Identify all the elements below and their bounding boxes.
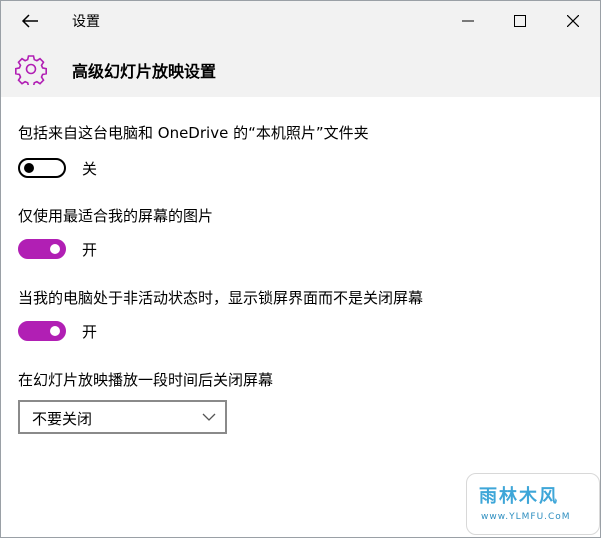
turn-off-screen-dropdown[interactable]: 不要关闭 xyxy=(18,400,227,434)
setting-label-include-onedrive: 包括来自这台电脑和 OneDrive 的“本机照片”文件夹 xyxy=(18,124,369,142)
title-bar: 设置 xyxy=(1,1,600,41)
watermark-logo: 雨林木风 www.YLMFU.CoM xyxy=(466,473,600,535)
toggle-include-onedrive[interactable] xyxy=(18,158,66,178)
minimize-button[interactable] xyxy=(442,1,494,41)
toggle-knob xyxy=(50,326,60,336)
toggle-state-lock-screen: 开 xyxy=(82,323,98,341)
setting-label-lock-screen: 当我的电脑处于非活动状态时，显示锁屏界面而不是关闭屏幕 xyxy=(18,289,424,307)
chevron-down-icon xyxy=(202,413,216,421)
watermark-url: www.YLMFU.CoM xyxy=(481,512,571,522)
back-button[interactable] xyxy=(15,7,45,35)
toggle-lock-screen[interactable] xyxy=(18,321,66,341)
close-button[interactable] xyxy=(547,1,599,41)
settings-window: 设置 高级幻灯片放映设置 包括来自这台电脑和 OneDrive 的“本机照片”文… xyxy=(0,0,601,538)
toggle-fit-screen[interactable] xyxy=(18,239,66,259)
back-icon xyxy=(21,14,38,28)
setting-label-turn-off-screen: 在幻灯片放映播放一段时间后关闭屏幕 xyxy=(18,371,274,389)
maximize-icon xyxy=(514,15,526,27)
toggle-knob xyxy=(24,163,34,173)
window-title: 设置 xyxy=(72,14,100,30)
gear-icon xyxy=(15,55,47,85)
setting-label-fit-screen: 仅使用最适合我的屏幕的图片 xyxy=(18,207,214,225)
maximize-button[interactable] xyxy=(494,1,546,41)
toggle-knob xyxy=(50,244,60,254)
dropdown-value: 不要关闭 xyxy=(32,410,93,428)
toggle-state-include-onedrive: 关 xyxy=(82,160,98,178)
minimize-icon xyxy=(462,20,474,22)
page-title: 高级幻灯片放映设置 xyxy=(72,62,217,81)
close-icon xyxy=(567,15,579,27)
toggle-state-fit-screen: 开 xyxy=(82,241,98,259)
watermark-logo-text: 雨林木风 xyxy=(479,486,559,507)
page-header: 高级幻灯片放映设置 xyxy=(1,41,600,97)
